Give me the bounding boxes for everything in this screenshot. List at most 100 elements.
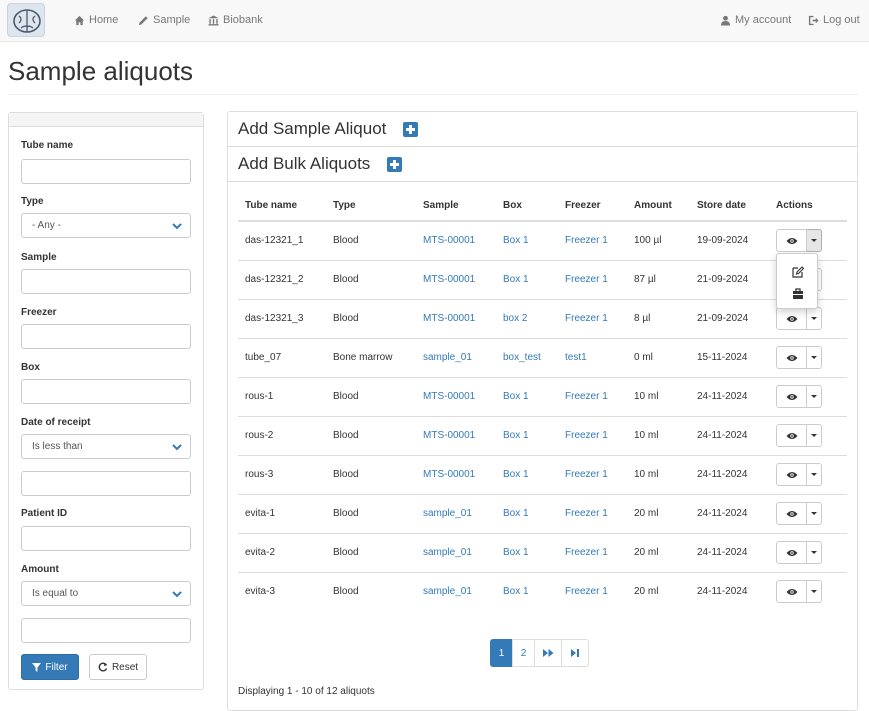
actions-toggle-button[interactable] — [807, 307, 822, 330]
date-of-receipt-input[interactable] — [21, 471, 191, 496]
actions-toggle-button[interactable] — [807, 346, 822, 369]
cell-freezer[interactable]: Freezer 1 — [558, 259, 627, 299]
freezer-input[interactable] — [21, 324, 191, 349]
cell-sample[interactable]: MTS-00001 — [416, 454, 496, 494]
plus-icon[interactable] — [387, 157, 402, 172]
cell-box[interactable]: Box 1 — [496, 454, 558, 494]
column-header[interactable]: Box — [496, 191, 558, 222]
column-header[interactable]: Store date — [690, 191, 769, 222]
cell-box[interactable]: Box 1 — [496, 415, 558, 455]
actions-toggle-button[interactable] — [807, 541, 822, 564]
filter-button[interactable]: Filter — [21, 654, 79, 680]
view-button[interactable] — [776, 580, 807, 604]
actions-toggle-button[interactable] — [807, 424, 822, 447]
cell-freezer[interactable]: Freezer 1 — [558, 415, 627, 455]
view-button[interactable] — [776, 229, 807, 253]
column-header[interactable]: Tube name — [238, 191, 326, 222]
cell-sample[interactable]: MTS-00001 — [416, 415, 496, 455]
cell-tube: das-12321_1 — [238, 220, 326, 260]
nav-biobank[interactable]: Biobank — [208, 14, 263, 26]
cell-box[interactable]: box 2 — [496, 298, 558, 338]
sample-input[interactable] — [21, 269, 191, 294]
cell-actions — [769, 415, 847, 455]
actions-toggle-button[interactable] — [807, 385, 822, 408]
view-button[interactable] — [776, 502, 807, 525]
cell-box[interactable]: Box 1 — [496, 532, 558, 572]
view-button[interactable] — [776, 385, 807, 408]
eye-icon — [786, 432, 797, 439]
user-icon — [720, 15, 731, 26]
cell-date: 24-11-2024 — [690, 376, 769, 416]
nav-home[interactable]: Home — [74, 14, 118, 26]
last-page-button[interactable] — [561, 639, 589, 667]
date-operator-select[interactable]: Is less than — [21, 434, 191, 459]
box-input[interactable] — [21, 379, 191, 404]
box-icon[interactable] — [791, 287, 805, 301]
cell-type: Blood — [326, 493, 416, 533]
next-page-button[interactable] — [534, 639, 562, 667]
view-button[interactable] — [776, 346, 807, 369]
cell-date: 24-11-2024 — [690, 571, 769, 611]
cell-sample[interactable]: MTS-00001 — [416, 220, 496, 260]
caret-down-icon — [811, 317, 817, 320]
tube-name-input[interactable] — [21, 159, 191, 184]
cell-freezer[interactable]: Freezer 1 — [558, 454, 627, 494]
cell-tube: evita-3 — [238, 571, 326, 611]
column-header[interactable]: Sample — [416, 191, 496, 222]
cell-sample[interactable]: sample_01 — [416, 571, 496, 611]
amount-operator-select[interactable]: Is equal to — [21, 581, 191, 606]
cell-amount: 10 ml — [627, 376, 690, 416]
plus-icon[interactable] — [403, 122, 418, 137]
page-2-button[interactable]: 2 — [512, 639, 535, 667]
cell-sample[interactable]: sample_01 — [416, 532, 496, 572]
cell-freezer[interactable]: Freezer 1 — [558, 298, 627, 338]
view-button[interactable] — [776, 307, 807, 330]
edit-icon[interactable] — [791, 265, 805, 279]
cell-box[interactable]: Box 1 — [496, 220, 558, 260]
cell-sample[interactable]: MTS-00001 — [416, 259, 496, 299]
cell-amount: 100 µl — [627, 220, 690, 260]
column-header[interactable]: Amount — [627, 191, 690, 222]
cell-sample[interactable]: sample_01 — [416, 337, 496, 377]
cell-box[interactable]: Box 1 — [496, 571, 558, 611]
actions-toggle-button[interactable] — [807, 463, 822, 486]
cell-date: 24-11-2024 — [690, 493, 769, 533]
cell-type: Blood — [326, 571, 416, 611]
column-header[interactable]: Type — [326, 191, 416, 222]
view-button[interactable] — [776, 541, 807, 564]
caret-down-icon — [811, 395, 817, 398]
cell-freezer[interactable]: test1 — [558, 337, 627, 377]
cell-freezer[interactable]: Freezer 1 — [558, 532, 627, 572]
reset-button[interactable]: Reset — [89, 654, 147, 680]
result-summary: Displaying 1 - 10 of 12 aliquots — [238, 686, 375, 697]
nav-sample[interactable]: Sample — [138, 14, 190, 26]
nav-log-out[interactable]: Log out — [808, 14, 860, 26]
table-row: das-12321_1 Blood MTS-00001 Box 1 Freezer 11… — [238, 220, 847, 260]
page-1-button[interactable]: 1 — [490, 639, 513, 667]
cell-sample[interactable]: MTS-00001 — [416, 376, 496, 416]
table-row: evita-3 Blood sample_01 Box 1 Freezer 1 20 ml… — [238, 571, 847, 611]
amount-input[interactable] — [21, 618, 191, 643]
cell-box[interactable]: Box 1 — [496, 259, 558, 299]
cell-freezer[interactable]: Freezer 1 — [558, 493, 627, 533]
view-button[interactable] — [776, 424, 807, 447]
cell-freezer[interactable]: Freezer 1 — [558, 376, 627, 416]
nav-my-account[interactable]: My account — [720, 14, 791, 26]
cell-box[interactable]: Box 1 — [496, 493, 558, 533]
actions-toggle-button[interactable] — [807, 502, 822, 525]
patient-id-input[interactable] — [21, 526, 191, 551]
nav-sample-label: Sample — [153, 14, 191, 26]
cell-sample[interactable]: sample_01 — [416, 493, 496, 533]
cell-sample[interactable]: MTS-00001 — [416, 298, 496, 338]
caret-down-icon — [811, 551, 817, 554]
cell-box[interactable]: Box 1 — [496, 376, 558, 416]
cell-freezer[interactable]: Freezer 1 — [558, 220, 627, 260]
type-select[interactable]: - Any - — [21, 213, 191, 238]
cell-freezer[interactable]: Freezer 1 — [558, 571, 627, 611]
brain-logo-icon[interactable] — [7, 3, 45, 37]
view-button[interactable] — [776, 463, 807, 486]
actions-toggle-button[interactable] — [807, 580, 822, 604]
column-header[interactable]: Freezer — [558, 191, 627, 222]
cell-box[interactable]: box_test — [496, 337, 558, 377]
actions-toggle-button[interactable] — [807, 229, 822, 253]
